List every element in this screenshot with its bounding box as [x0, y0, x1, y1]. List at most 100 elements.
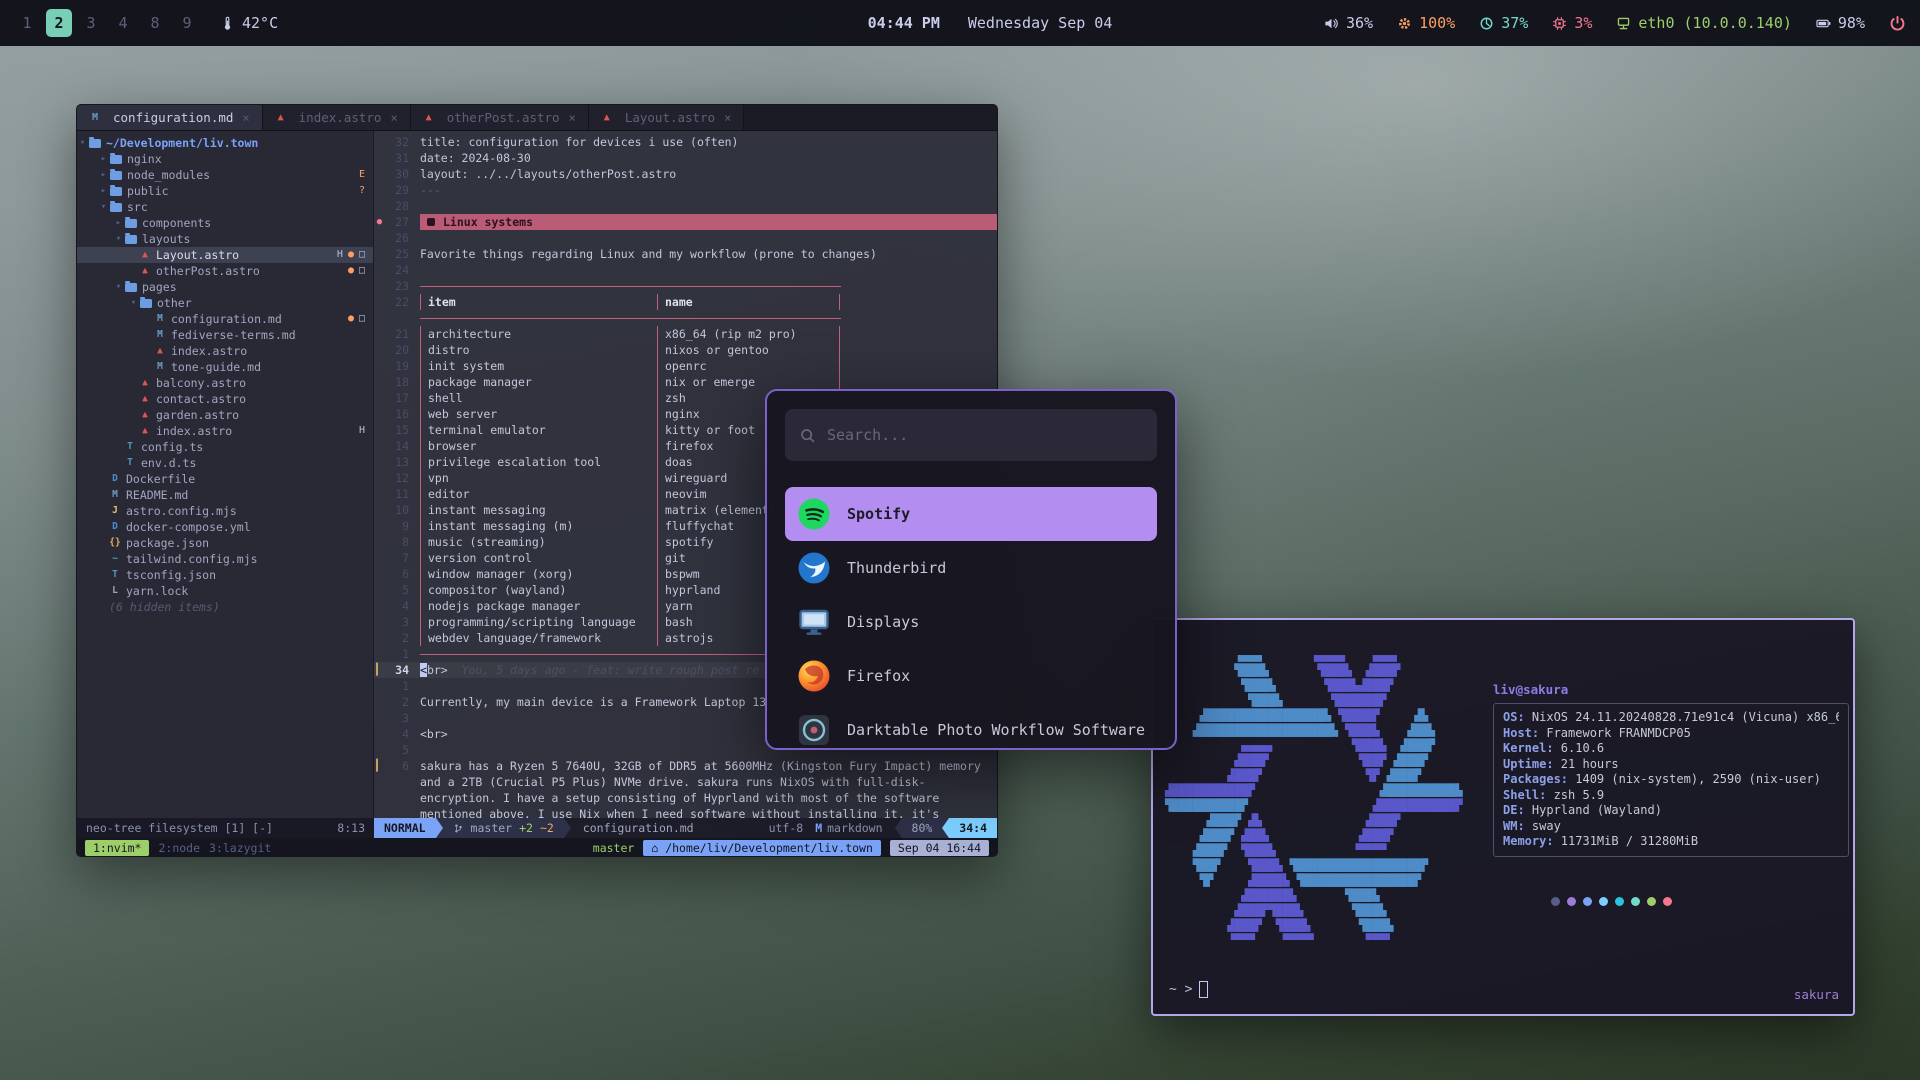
tree-item-other[interactable]: ▾other — [77, 295, 373, 311]
tree-item-contact-astro[interactable]: ▲contact.astro — [77, 391, 373, 407]
line-text: br> — [427, 663, 448, 677]
workspace-1[interactable]: 1 — [14, 9, 40, 37]
tab-configuration-md[interactable]: Mconfiguration.md× — [77, 105, 263, 130]
tree-label: config.ts — [141, 439, 203, 455]
line-number: 7 — [385, 550, 409, 566]
folder-icon — [110, 187, 122, 196]
search-input[interactable] — [827, 426, 1143, 444]
tree-item-public[interactable]: ▸public? — [77, 183, 373, 199]
tree-item-6-hidden-items[interactable]: (6 hidden items) — [77, 599, 373, 615]
tree-item-nginx[interactable]: ▸nginx — [77, 151, 373, 167]
tree-item-garden-astro[interactable]: ▲garden.astro — [77, 407, 373, 423]
tree-item-src[interactable]: ▾src — [77, 199, 373, 215]
tree-item-balcony-astro[interactable]: ▲balcony.astro — [77, 375, 373, 391]
sign-column — [374, 470, 385, 486]
table-border — [420, 278, 841, 294]
tree-item-astro-config-mjs[interactable]: Jastro.config.mjs — [77, 503, 373, 519]
module-disk: 37% — [1479, 14, 1528, 32]
app-launcher[interactable]: SpotifyThunderbirdDisplaysFirefoxDarktab… — [765, 389, 1177, 750]
workspace-8[interactable]: 8 — [142, 9, 168, 37]
thermometer-icon — [220, 16, 235, 31]
close-icon[interactable]: × — [390, 111, 397, 125]
sign-column — [374, 390, 385, 406]
close-icon[interactable]: × — [724, 111, 731, 125]
launcher-item-displays[interactable]: Displays — [785, 595, 1157, 649]
tree-item-fediverse-terms-md[interactable]: Mfediverse-terms.md — [77, 327, 373, 343]
neo-tree-sidebar: ▾ ~/Development/liv.town ▸nginx▸node_mod… — [77, 131, 374, 818]
tree-item-tone-guide-md[interactable]: Mtone-guide.md — [77, 359, 373, 375]
tab-index-astro[interactable]: ▲index.astro× — [263, 105, 411, 130]
workspace-4[interactable]: 4 — [110, 9, 136, 37]
tab-layout-astro[interactable]: ▲Layout.astro× — [589, 105, 745, 130]
line-number: 8 — [385, 534, 409, 550]
tab-otherpost-astro[interactable]: ▲otherPost.astro× — [411, 105, 589, 130]
terminal-window[interactable]: ▗▄▄▄ ▗▄▄▄▄ ▄▄▄▖ ▜███▙ ▜███▙ ▟███▛ ▜███▙ … — [1151, 618, 1855, 1016]
sign-column — [374, 726, 385, 742]
line-number: 1 — [385, 646, 409, 662]
launcher-item-spotify[interactable]: Spotify — [785, 487, 1157, 541]
tree-item-env-d-ts[interactable]: Tenv.d.ts — [77, 455, 373, 471]
tree-item-yarn-lock[interactable]: Lyarn.lock — [77, 583, 373, 599]
line-content: --- — [420, 182, 997, 198]
tree-label: other — [157, 295, 192, 311]
tree-item-components[interactable]: ▸components — [77, 215, 373, 231]
tmux-datetime: Sep 04 16:44 — [890, 840, 989, 856]
launcher-item-darktable-photo-workflow-software[interactable]: Darktable Photo Workflow Software — [785, 703, 1157, 750]
tree-item-otherpost-astro[interactable]: ▲otherPost.astro●□ — [77, 263, 373, 279]
line-number: 21 — [385, 326, 409, 342]
tree-label: package.json — [126, 535, 209, 551]
workspace-3[interactable]: 3 — [78, 9, 104, 37]
bufferline: Mconfiguration.md×▲index.astro×▲otherPos… — [77, 105, 997, 131]
tree-item-tsconfig-json[interactable]: Ttsconfig.json — [77, 567, 373, 583]
sign-column: ● — [374, 214, 385, 230]
tree-item-layouts[interactable]: ▾layouts — [77, 231, 373, 247]
heading-text: Linux systems — [443, 214, 533, 230]
line-number: 4 — [385, 598, 409, 614]
tree-item-index-astro[interactable]: ▲index.astroH — [77, 423, 373, 439]
speaker-icon — [1324, 16, 1339, 31]
tree-label: fediverse-terms.md — [171, 327, 296, 343]
module-gear: 100% — [1397, 14, 1455, 32]
sign-column: ▎ — [374, 662, 385, 678]
power-icon[interactable] — [1889, 15, 1906, 32]
tree-item-tailwind-config-mjs[interactable]: ~tailwind.config.mjs — [77, 551, 373, 567]
file-icon-markdown: M — [154, 359, 166, 375]
search-box[interactable] — [785, 409, 1157, 461]
close-icon[interactable]: × — [569, 111, 576, 125]
shell-prompt: ~ > — [1169, 981, 1208, 998]
tree-item-docker-compose-yml[interactable]: Ddocker-compose.yml — [77, 519, 373, 535]
workspace-2[interactable]: 2 — [46, 9, 72, 37]
tree-item-configuration-md[interactable]: Mconfiguration.md●□ — [77, 311, 373, 327]
module-volume: 36% — [1324, 14, 1373, 32]
launcher-item-thunderbird[interactable]: Thunderbird — [785, 541, 1157, 595]
tree-item-node-modules[interactable]: ▸node_modulesE — [77, 167, 373, 183]
fetch-output: liv@sakura OS: NixOS 24.11.20240828.71e9… — [1493, 682, 1851, 906]
tmux-window-2[interactable]: 2:node — [158, 841, 200, 855]
tree-item-config-ts[interactable]: Tconfig.ts — [77, 439, 373, 455]
cursor-block: < — [420, 663, 427, 677]
line-number: 2 — [385, 630, 409, 646]
network-icon — [1616, 16, 1631, 31]
line-number: 24 — [385, 262, 409, 278]
line-content — [420, 262, 997, 278]
launcher-item-firefox[interactable]: Firefox — [785, 649, 1157, 703]
workspace-9[interactable]: 9 — [174, 9, 200, 37]
table-cell-item: music (streaming) — [420, 534, 658, 550]
tree-item-layout-astro[interactable]: ▲Layout.astroH●□ — [77, 247, 373, 263]
sign-column — [374, 710, 385, 726]
tree-item-dockerfile[interactable]: DDockerfile — [77, 471, 373, 487]
tree-item-pages[interactable]: ▾pages — [77, 279, 373, 295]
tree-item-readme-md[interactable]: MREADME.md — [77, 487, 373, 503]
tree-root[interactable]: ▾ ~/Development/liv.town — [77, 135, 373, 151]
line-content — [420, 198, 997, 214]
separator-icon — [942, 818, 949, 838]
tmux-window-1[interactable]: 1:nvim* — [85, 840, 149, 856]
tmux-window-3[interactable]: 3:lazygit — [209, 841, 271, 855]
tree-item-index-astro[interactable]: ▲index.astro — [77, 343, 373, 359]
close-icon[interactable]: × — [242, 111, 249, 125]
status-badge: H — [359, 423, 365, 439]
tree-item-package-json[interactable]: {}package.json — [77, 535, 373, 551]
buffer-line: ●27Linux systems — [374, 214, 997, 230]
sign-column — [374, 486, 385, 502]
chevron-right-icon: ▸ — [98, 151, 109, 167]
